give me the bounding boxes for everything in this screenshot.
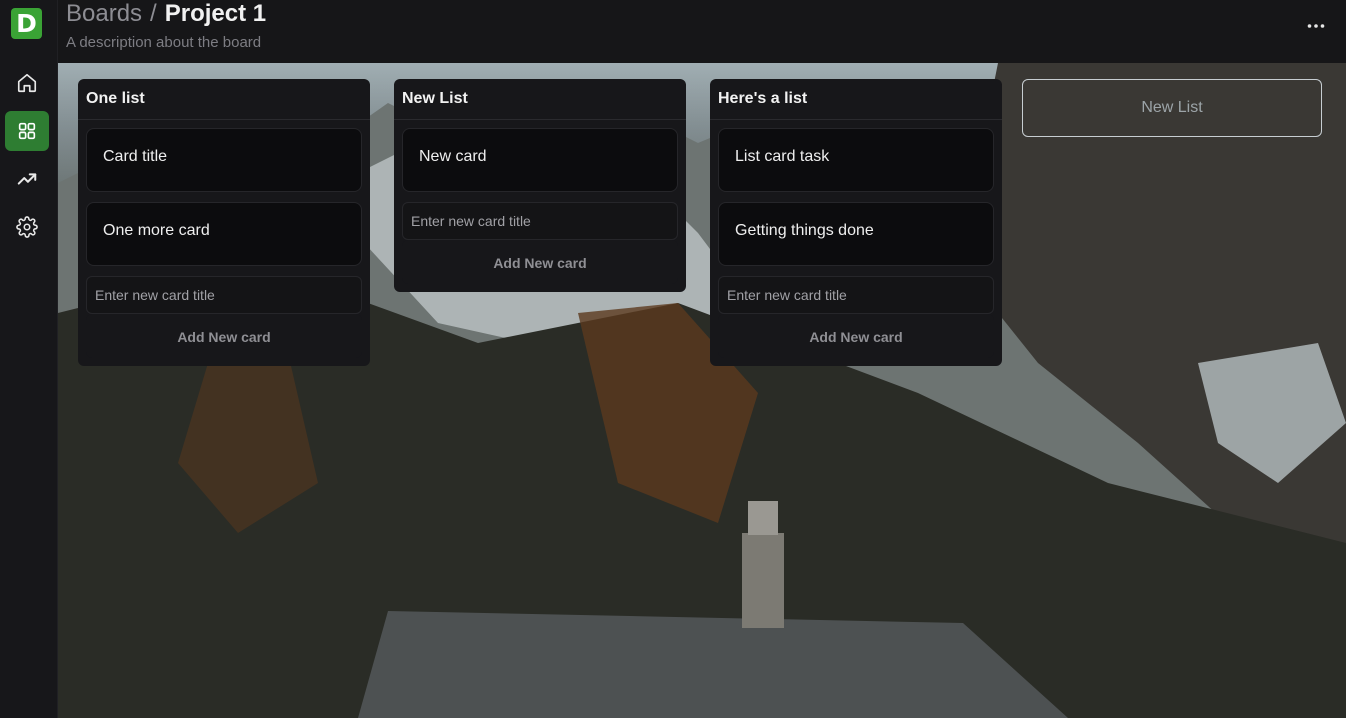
add-card-button[interactable]: Add New card (86, 314, 362, 358)
sidebar-item-analytics[interactable] (5, 159, 49, 199)
home-icon (17, 73, 37, 93)
card[interactable]: List card task (718, 128, 994, 192)
breadcrumb-separator: / (150, 0, 157, 27)
page-title: Project 1 (164, 0, 267, 27)
more-horizontal-icon (1307, 24, 1325, 28)
board-header: Boards / Project 1 A description about t… (58, 0, 1346, 63)
new-card-input[interactable]: Enter new card title (86, 276, 362, 314)
list-column: One list Card title One more card Enter … (78, 79, 370, 366)
list-column: Here's a list List card task Getting thi… (710, 79, 1002, 366)
grid-icon (18, 122, 36, 140)
list-title[interactable]: One list (78, 79, 370, 120)
new-card-input[interactable]: Enter new card title (402, 202, 678, 240)
add-card-button[interactable]: Add New card (718, 314, 994, 358)
breadcrumb-boards-link[interactable]: Boards (66, 0, 142, 28)
list-title[interactable]: New List (394, 79, 686, 120)
logo-letter: D (16, 9, 37, 38)
new-card-input[interactable]: Enter new card title (718, 276, 994, 314)
more-options-button[interactable] (1304, 14, 1328, 38)
card[interactable]: Getting things done (718, 202, 994, 266)
list-title[interactable]: Here's a list (710, 79, 1002, 120)
new-list-button[interactable]: New List (1022, 79, 1322, 137)
sidebar-item-home[interactable] (5, 63, 49, 103)
add-card-button[interactable]: Add New card (402, 240, 678, 284)
card[interactable]: One more card (86, 202, 362, 266)
breadcrumb: Boards / Project 1 (66, 0, 266, 30)
sidebar: D (0, 0, 58, 718)
sidebar-item-settings[interactable] (5, 207, 49, 247)
card[interactable]: Card title (86, 128, 362, 192)
trending-up-icon (17, 173, 37, 185)
gear-icon (16, 216, 38, 238)
board-canvas: One list Card title One more card Enter … (58, 63, 1346, 718)
app-logo[interactable]: D (11, 8, 42, 39)
sidebar-item-boards[interactable] (5, 111, 49, 151)
board-description: A description about the board (66, 34, 262, 51)
card[interactable]: New card (402, 128, 678, 192)
list-column: New List New card Enter new card title A… (394, 79, 686, 292)
